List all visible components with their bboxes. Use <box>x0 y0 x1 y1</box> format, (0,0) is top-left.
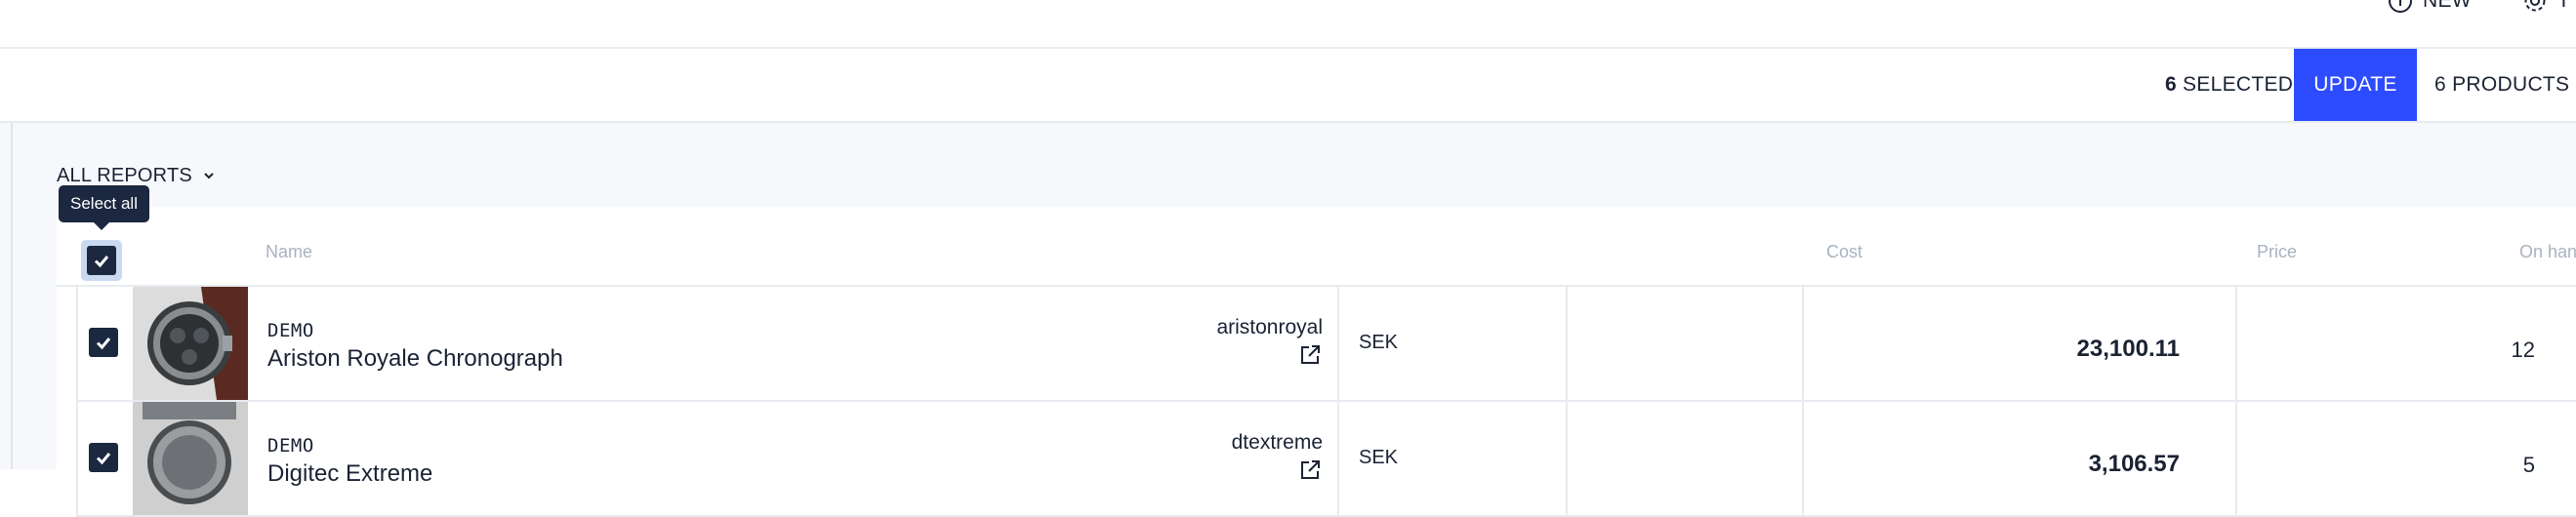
column-header-price[interactable]: Price <box>2106 242 2297 262</box>
check-icon <box>96 453 111 465</box>
product-sku: aristonroyal <box>1216 316 1323 338</box>
product-thumbnail[interactable] <box>133 402 248 515</box>
check-icon <box>94 256 109 268</box>
row-checkbox[interactable] <box>89 443 118 472</box>
product-currency: SEK <box>1359 332 1399 353</box>
selected-label: SELECTED <box>2182 73 2294 96</box>
products-table: Select all Name Cost Price On hand DEMO … <box>57 185 2576 517</box>
product-name[interactable]: Ariston Royale Chronograph <box>267 345 563 373</box>
top-bar: NEW T <box>0 0 2576 49</box>
product-price[interactable]: 23,100.11 <box>1952 336 2180 363</box>
column-header-cost[interactable]: Cost <box>1716 242 1862 262</box>
product-thumbnail[interactable] <box>133 287 248 400</box>
new-button[interactable]: NEW <box>2388 0 2472 14</box>
table-row[interactable]: DEMO Digitec Extreme dtextreme SEK 3,106… <box>76 402 2576 517</box>
column-header-name[interactable]: Name <box>266 242 312 262</box>
external-link-icon[interactable] <box>1298 343 1322 367</box>
select-all-tooltip: Select all <box>59 185 149 230</box>
table-header: Select all Name Cost Price On hand <box>57 185 2576 287</box>
cell-divider <box>2235 287 2237 400</box>
tooltip-text: Select all <box>70 194 138 213</box>
cell-divider <box>1566 402 1568 515</box>
cell-divider <box>1802 402 1804 515</box>
product-brand: DEMO <box>267 320 314 341</box>
product-on-hand[interactable]: 5 <box>2401 453 2535 478</box>
select-all-checkbox[interactable] <box>87 246 116 275</box>
product-on-hand[interactable]: 12 <box>2401 338 2535 363</box>
cell-divider <box>1802 287 1804 400</box>
settings-button[interactable]: T <box>2522 0 2570 14</box>
bulk-action-bar: 6 SELECTED UPDATE 6 PRODUCTS <box>0 49 2576 123</box>
cell-divider <box>1337 402 1339 515</box>
settings-label: T <box>2557 0 2571 12</box>
product-brand: DEMO <box>267 435 314 457</box>
cell-divider <box>1566 287 1568 400</box>
chevron-down-icon <box>202 169 216 182</box>
product-currency: SEK <box>1359 447 1399 468</box>
gear-icon <box>2522 0 2548 14</box>
product-sku: dtextreme <box>1231 431 1323 454</box>
selected-number: 6 <box>2165 73 2177 96</box>
product-price[interactable]: 3,106.57 <box>1952 451 2180 478</box>
new-label: NEW <box>2423 0 2472 12</box>
selected-count: 6 SELECTED <box>2165 49 2293 121</box>
update-button[interactable]: UPDATE <box>2294 49 2417 121</box>
left-rail <box>0 123 13 469</box>
products-count-button[interactable]: 6 PRODUCTS <box>2417 49 2576 121</box>
product-name[interactable]: Digitec Extreme <box>267 460 432 488</box>
cell-divider <box>2235 402 2237 515</box>
tooltip-arrow <box>94 222 109 230</box>
column-header-on-hand[interactable]: On hand <box>2429 242 2576 262</box>
external-link-icon[interactable] <box>1298 458 1322 482</box>
table-row[interactable]: DEMO Ariston Royale Chronograph aristonr… <box>76 287 2576 402</box>
reports-filter-label: ALL REPORTS <box>57 164 192 186</box>
info-circle-icon <box>2388 0 2413 14</box>
check-icon <box>96 338 111 350</box>
row-checkbox[interactable] <box>89 328 118 357</box>
cell-divider <box>1337 287 1339 400</box>
